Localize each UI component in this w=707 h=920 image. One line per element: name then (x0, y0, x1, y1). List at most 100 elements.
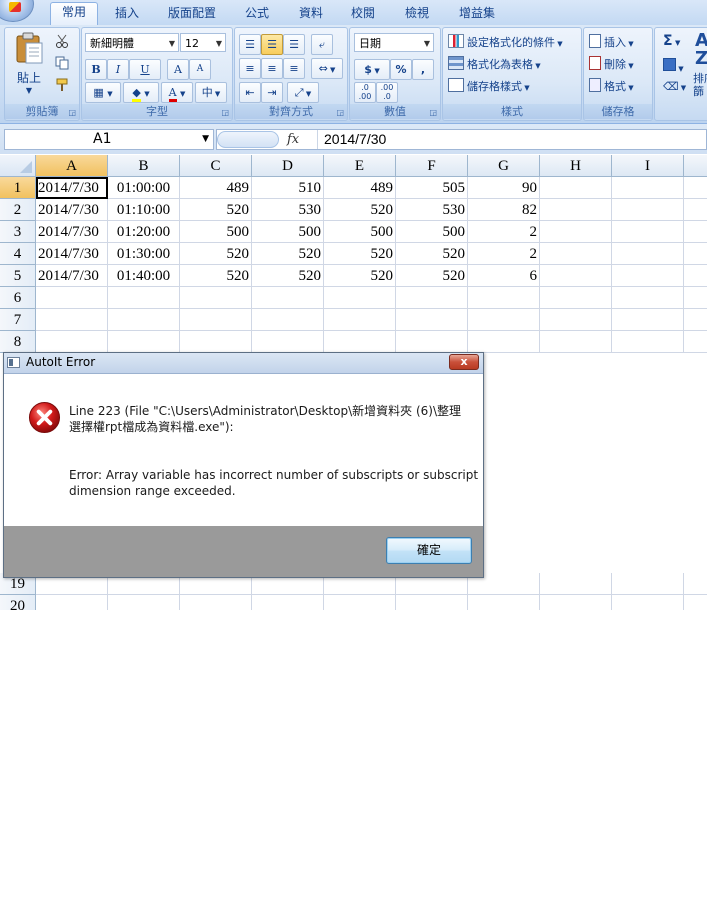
cell-g5[interactable]: 6 (468, 265, 540, 287)
cell-d20[interactable] (252, 595, 324, 610)
cell-e2[interactable]: 520 (324, 199, 396, 221)
cell-i2[interactable] (612, 199, 684, 221)
align-left-button[interactable]: ≡ (239, 58, 261, 79)
cell-e5[interactable]: 520 (324, 265, 396, 287)
cell-g1[interactable]: 90 (468, 177, 540, 199)
cell-h20[interactable] (540, 595, 612, 610)
cell-e7[interactable] (324, 309, 396, 331)
cell-partial[interactable] (684, 199, 707, 221)
cell-a2[interactable]: 2014/7/30 (36, 199, 108, 221)
cell-c7[interactable] (180, 309, 252, 331)
tab-view[interactable]: 檢視 (396, 4, 438, 25)
cell-partial[interactable] (684, 287, 707, 309)
cell-b3[interactable]: 01:20:00 (108, 221, 180, 243)
cell-a6[interactable] (36, 287, 108, 309)
cell-f5[interactable]: 520 (396, 265, 468, 287)
format-as-table-button[interactable]: 格式化為表格 ▼ (448, 56, 541, 72)
cell-h1[interactable] (540, 177, 612, 199)
cell-i4[interactable] (612, 243, 684, 265)
cell-b7[interactable] (108, 309, 180, 331)
cell-a5[interactable]: 2014/7/30 (36, 265, 108, 287)
column-header-b[interactable]: B (108, 155, 180, 177)
cell-b8[interactable] (108, 331, 180, 353)
font-color-button[interactable]: A ▼ (161, 82, 193, 103)
cell-h5[interactable] (540, 265, 612, 287)
cell-f8[interactable] (396, 331, 468, 353)
cell-e1[interactable]: 489 (324, 177, 396, 199)
cell-i6[interactable] (612, 287, 684, 309)
row-header-7[interactable]: 7 (0, 309, 36, 331)
cell-partial[interactable] (684, 265, 707, 287)
cell-g6[interactable] (468, 287, 540, 309)
orientation-button[interactable]: ⤢ ▼ (287, 82, 319, 103)
insert-function-icon[interactable]: fx (287, 130, 299, 149)
insert-cells-button[interactable]: 插入 ▼ (589, 34, 634, 50)
cell-f6[interactable] (396, 287, 468, 309)
cell-f7[interactable] (396, 309, 468, 331)
cell-f3[interactable]: 500 (396, 221, 468, 243)
tab-review[interactable]: 校閱 (342, 4, 384, 25)
cell-h19[interactable] (540, 573, 612, 595)
cell-i1[interactable] (612, 177, 684, 199)
cell-d1[interactable]: 510 (252, 177, 324, 199)
cell-g8[interactable] (468, 331, 540, 353)
font-size-select[interactable]: 12 ▼ (180, 33, 226, 52)
row-header-4[interactable]: 4 (0, 243, 36, 265)
bold-button[interactable]: B (85, 59, 107, 80)
align-bottom-button[interactable]: ☰ (283, 34, 305, 55)
cell-c2[interactable]: 520 (180, 199, 252, 221)
cell-e20[interactable] (324, 595, 396, 610)
cell-partial[interactable] (684, 331, 707, 353)
cell-d4[interactable]: 520 (252, 243, 324, 265)
close-button[interactable]: x (449, 354, 479, 370)
format-painter-icon[interactable] (55, 78, 69, 95)
clear-button[interactable]: ⌫ ▼ (663, 80, 686, 93)
cell-d8[interactable] (252, 331, 324, 353)
copy-icon[interactable] (55, 56, 69, 73)
align-top-button[interactable]: ☰ (239, 34, 261, 55)
column-header-e[interactable]: E (324, 155, 396, 177)
number-launcher-icon[interactable]: ◲ (429, 108, 437, 117)
shrink-font-button[interactable]: A (189, 59, 211, 80)
column-header-f[interactable]: F (396, 155, 468, 177)
cell-a7[interactable] (36, 309, 108, 331)
ok-button[interactable]: 確定 (386, 537, 472, 564)
tab-data[interactable]: 資料 (290, 4, 332, 25)
cell-b4[interactable]: 01:30:00 (108, 243, 180, 265)
decrease-decimal-button[interactable]: .00 .0 (376, 82, 398, 103)
cell-f4[interactable]: 520 (396, 243, 468, 265)
format-cells-button[interactable]: 格式 ▼ (589, 78, 634, 94)
office-button[interactable] (0, 0, 34, 22)
tab-page-layout[interactable]: 版面配置 (160, 4, 224, 25)
align-middle-button[interactable]: ☰ (261, 34, 283, 55)
cell-h2[interactable] (540, 199, 612, 221)
grow-font-button[interactable]: A (167, 59, 189, 80)
column-header-d[interactable]: D (252, 155, 324, 177)
column-header-a[interactable]: A (36, 155, 108, 177)
row-header-5[interactable]: 5 (0, 265, 36, 287)
tab-formulas[interactable]: 公式 (236, 4, 278, 25)
cell-styles-button[interactable]: 儲存格樣式 ▼ (448, 78, 530, 94)
cell-c6[interactable] (180, 287, 252, 309)
cell-d7[interactable] (252, 309, 324, 331)
cell-a1[interactable]: 2014/7/30 (36, 177, 108, 199)
column-header-i[interactable]: I (612, 155, 684, 177)
column-header-partial[interactable] (684, 155, 707, 177)
cell-h8[interactable] (540, 331, 612, 353)
row-header-20[interactable]: 20 (0, 595, 36, 610)
border-button[interactable]: ▦ ▼ (85, 82, 121, 103)
tab-insert[interactable]: 插入 (104, 4, 150, 25)
cell-i3[interactable] (612, 221, 684, 243)
comma-button[interactable]: , (412, 59, 434, 80)
tab-home[interactable]: 常用 (50, 2, 98, 26)
row-header-6[interactable]: 6 (0, 287, 36, 309)
cell-i20[interactable] (612, 595, 684, 610)
cell-d5[interactable]: 520 (252, 265, 324, 287)
name-box[interactable]: A1 ▼ (4, 129, 214, 150)
cell-i5[interactable] (612, 265, 684, 287)
cell-g3[interactable]: 2 (468, 221, 540, 243)
cell-g7[interactable] (468, 309, 540, 331)
cell-e4[interactable]: 520 (324, 243, 396, 265)
cell-g2[interactable]: 82 (468, 199, 540, 221)
cell-a20[interactable] (36, 595, 108, 610)
